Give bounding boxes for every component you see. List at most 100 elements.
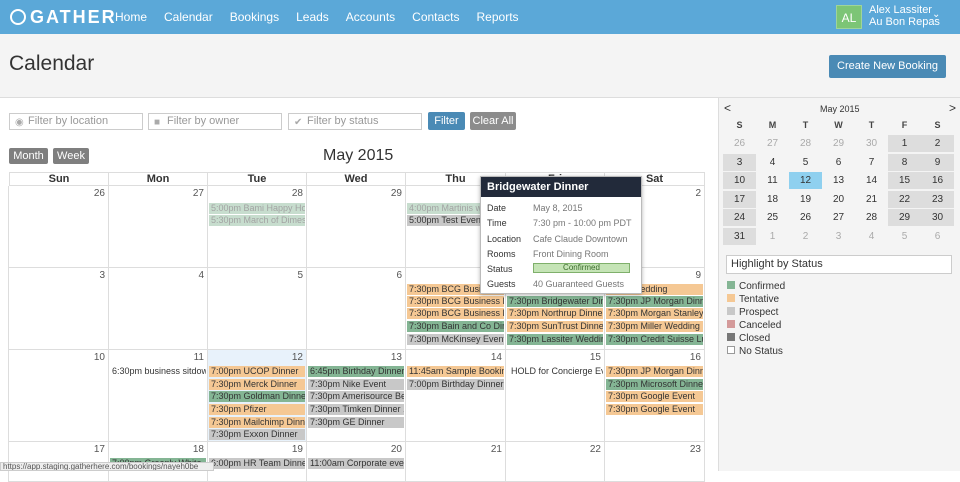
mini-calendar-day[interactable]: 5: [888, 228, 921, 245]
day-cell[interactable]: 22: [505, 442, 605, 482]
day-cell[interactable]: 29: [306, 186, 406, 268]
filter-button[interactable]: Filter: [428, 112, 465, 130]
calendar-event[interactable]: 7:30pm BCG Business D...: [407, 308, 504, 319]
calendar-event[interactable]: 7:30pm Google Event: [606, 391, 703, 402]
day-cell-today[interactable]: 12 7:00pm UCOP Dinner 7:30pm Merck Dinne…: [207, 350, 307, 442]
calendar-event[interactable]: 7:30pm Nike Event: [308, 379, 404, 390]
calendar-event[interactable]: 7:30pm Merck Dinner: [209, 379, 305, 390]
calendar-event[interactable]: 7:30pm Exxon Dinner: [209, 429, 305, 440]
nav-leads[interactable]: Leads: [296, 10, 329, 24]
calendar-event[interactable]: 7:30pm Timken Dinner ...: [308, 404, 404, 415]
calendar-event[interactable]: 6:45pm Birthday Dinner: [308, 366, 404, 377]
day-cell[interactable]: 26: [8, 186, 109, 268]
calendar-event[interactable]: 7:30pm GE Dinner: [308, 417, 404, 428]
mini-calendar-day[interactable]: 18: [756, 191, 789, 208]
day-cell[interactable]: 13 6:45pm Birthday Dinner 7:30pm Nike Ev…: [306, 350, 406, 442]
calendar-event[interactable]: 6:30pm business sitdow...: [110, 366, 206, 377]
mini-calendar-day[interactable]: 7: [855, 154, 888, 171]
calendar-event[interactable]: 7:30pm JP Morgan Dinner: [606, 296, 703, 307]
mini-calendar-day[interactable]: 27: [756, 135, 789, 152]
mini-calendar-day[interactable]: 21: [855, 191, 888, 208]
mini-calendar-day[interactable]: 2: [789, 228, 822, 245]
calendar-event[interactable]: 7:30pm Miller Wedding: [606, 321, 703, 332]
day-cell[interactable]: 3: [8, 268, 109, 350]
nav-contacts[interactable]: Contacts: [412, 10, 459, 24]
mini-calendar-day[interactable]: 13: [822, 172, 855, 189]
day-cell[interactable]: 15 HOLD for Concierge Ev...: [505, 350, 605, 442]
next-month-icon[interactable]: >: [949, 101, 956, 115]
nav-reports[interactable]: Reports: [477, 10, 519, 24]
mini-calendar-day[interactable]: 2: [921, 135, 954, 152]
calendar-event[interactable]: 4:00pm Martinis wi...: [407, 203, 481, 214]
mini-calendar-day[interactable]: 24: [723, 209, 756, 226]
nav-calendar[interactable]: Calendar: [164, 10, 213, 24]
calendar-event[interactable]: 5:00pm Bami Happy Hour: [209, 203, 305, 214]
mini-calendar-day[interactable]: 25: [756, 209, 789, 226]
calendar-event[interactable]: 7:30pm Northrup Dinner: [507, 308, 603, 319]
create-booking-button[interactable]: Create New Booking: [829, 55, 946, 78]
mini-calendar-day[interactable]: 23: [921, 190, 954, 208]
day-cell[interactable]: 21: [405, 442, 506, 482]
week-view-button[interactable]: Week: [53, 148, 89, 164]
legend-item[interactable]: Prospect: [727, 307, 778, 318]
status-filter-input[interactable]: ✔ Filter by status: [288, 113, 422, 130]
gather-logo[interactable]: GATHER: [10, 7, 117, 28]
calendar-event[interactable]: 7:30pm Mailchimp Dinner: [209, 417, 305, 428]
mini-calendar-day[interactable]: 28: [855, 209, 888, 226]
day-cell[interactable]: 23: [604, 442, 705, 482]
calendar-event[interactable]: 7:30pm Morgan Stanley ...: [606, 308, 703, 319]
calendar-event[interactable]: 7:30pm Pfizer: [209, 404, 305, 415]
mini-calendar-day[interactable]: 3: [822, 228, 855, 245]
calendar-event[interactable]: 7:30pm JP Morgan Dinner: [606, 366, 703, 377]
day-cell[interactable]: 28 5:00pm Bami Happy Hour 5:30pm March o…: [207, 186, 307, 268]
legend-item[interactable]: Confirmed: [727, 281, 785, 292]
calendar-event[interactable]: 7:00pm Birthday Dinner: [407, 379, 504, 390]
calendar-event[interactable]: 6:00pm HR Team Dinner: [209, 458, 305, 469]
mini-calendar-day[interactable]: 31: [723, 227, 756, 245]
day-cell[interactable]: 20 11:00am Corporate event: [306, 442, 406, 482]
mini-calendar-day[interactable]: 4: [756, 154, 789, 171]
day-cell[interactable]: 6: [306, 268, 406, 350]
calendar-event[interactable]: 7:30pm Amerisource Be...: [308, 391, 404, 402]
mini-calendar-day[interactable]: 9: [921, 153, 954, 171]
day-cell[interactable]: 27: [108, 186, 208, 268]
mini-calendar-day[interactable]: 27: [822, 209, 855, 226]
mini-calendar-day[interactable]: 10: [723, 172, 756, 189]
calendar-event[interactable]: 11:00am Corporate event: [308, 458, 404, 469]
mini-calendar-day[interactable]: 11: [756, 172, 789, 189]
location-filter-input[interactable]: ◉ Filter by location: [9, 113, 143, 130]
avatar[interactable]: AL: [836, 5, 862, 29]
mini-calendar-day[interactable]: 16: [921, 172, 954, 189]
nav-home[interactable]: Home: [115, 10, 147, 24]
highlight-status-select[interactable]: Highlight by Status: [726, 255, 952, 274]
calendar-event[interactable]: 7:30pm Lassiter Weddin...: [507, 334, 603, 345]
chevron-down-icon[interactable]: ⌄: [932, 9, 940, 20]
mini-calendar-day[interactable]: 28: [789, 135, 822, 152]
mini-calendar-day[interactable]: 4: [855, 228, 888, 245]
calendar-event[interactable]: HOLD for Concierge Ev...: [509, 366, 603, 377]
month-view-button[interactable]: Month: [9, 148, 48, 164]
nav-accounts[interactable]: Accounts: [346, 10, 395, 24]
calendar-event[interactable]: 11:45am Sample Booking: [407, 366, 504, 377]
clear-all-button[interactable]: Clear All: [470, 112, 516, 130]
day-cell[interactable]: 14 11:45am Sample Booking 7:00pm Birthda…: [405, 350, 506, 442]
legend-item[interactable]: Tentative: [727, 294, 779, 305]
calendar-event[interactable]: 7:30pm Bain and Co Din...: [407, 321, 504, 332]
day-cell[interactable]: 10: [8, 350, 109, 442]
calendar-event[interactable]: 7:30pm SunTrust Dinner: [507, 321, 603, 332]
day-cell[interactable]: 5: [207, 268, 307, 350]
mini-calendar-day[interactable]: 19: [789, 191, 822, 208]
day-cell[interactable]: 4: [108, 268, 208, 350]
mini-calendar-day[interactable]: 26: [789, 209, 822, 226]
mini-calendar-day[interactable]: 14: [855, 172, 888, 189]
prev-month-icon[interactable]: <: [724, 101, 731, 115]
calendar-event[interactable]: 5:30pm March of Dimes...: [209, 215, 305, 226]
calendar-event[interactable]: 7:30pm Microsoft Dinner: [606, 379, 703, 390]
calendar-event[interactable]: 7:30pm BCG Business D...: [407, 296, 504, 307]
nav-bookings[interactable]: Bookings: [230, 10, 279, 24]
mini-calendar-day[interactable]: 5: [789, 154, 822, 171]
legend-item[interactable]: Canceled: [727, 320, 781, 331]
calendar-event[interactable]: 7:30pm Credit Suisse Lu...: [606, 334, 703, 345]
owner-filter-input[interactable]: ■ Filter by owner: [148, 113, 282, 130]
mini-calendar-day[interactable]: 6: [822, 154, 855, 171]
